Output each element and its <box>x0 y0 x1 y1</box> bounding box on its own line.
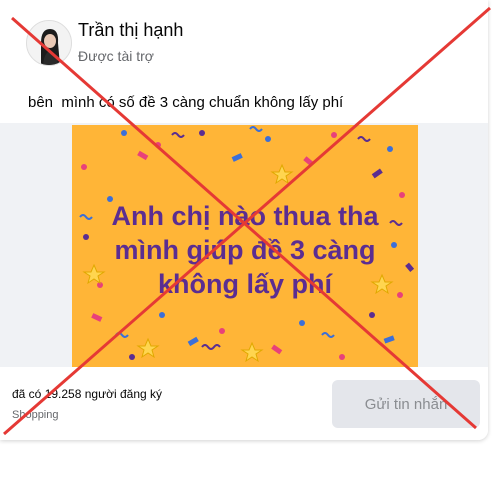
ad-headline: Anh chị nào thua tha mình giúp đề 3 càng… <box>72 199 418 301</box>
ad-headline-line-2: mình giúp đề 3 càng <box>114 235 376 265</box>
sponsored-label[interactable]: Được tài trợ <box>78 48 154 64</box>
ad-image[interactable]: Anh chị nào thua tha mình giúp đề 3 càng… <box>72 125 418 367</box>
avatar-photo-icon <box>27 21 71 65</box>
subscriber-count: đã có 19.258 người đăng ký <box>12 387 163 401</box>
page-category: Shopping <box>12 409 59 421</box>
send-message-button[interactable]: Gửi tin nhắn <box>332 380 480 428</box>
author-name[interactable]: Trần thị hạnh <box>78 20 183 41</box>
ad-headline-line-3: không lấy phí <box>157 269 332 299</box>
sponsored-post-card: Trần thị hạnh Được tài trợ bên mình có s… <box>0 0 488 440</box>
author-avatar[interactable] <box>26 20 72 66</box>
ad-headline-line-1: Anh chị nào thua tha <box>111 201 379 231</box>
post-text: bên mình có số đề 3 càng chuẩn không lấy… <box>28 94 344 111</box>
